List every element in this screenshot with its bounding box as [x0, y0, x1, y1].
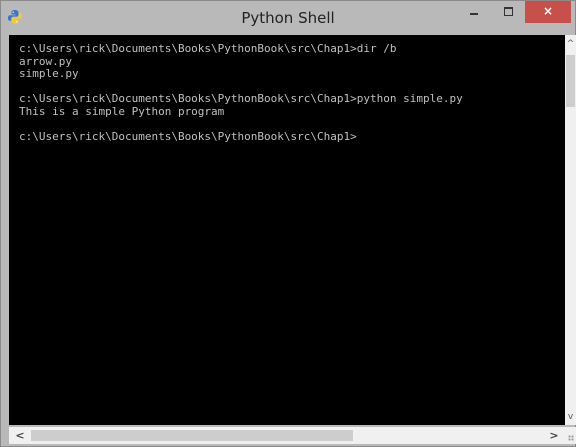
console-text: c:\Users\rick\Documents\Books\PythonBook… [19, 42, 463, 143]
horizontal-scroll-thumb[interactable] [31, 430, 353, 441]
resize-grip[interactable] [565, 427, 576, 444]
console-output[interactable]: c:\Users\rick\Documents\Books\PythonBook… [9, 35, 565, 425]
scroll-up-icon[interactable]: ^ [565, 38, 576, 50]
python-shell-window: Python Shell × c:\Users\rick\Documents\B… [0, 0, 576, 447]
minimize-button[interactable] [457, 1, 491, 23]
vertical-scroll-thumb[interactable] [566, 55, 575, 107]
minimize-icon [470, 13, 478, 15]
maximize-icon [504, 7, 513, 16]
resize-grip-icon [568, 435, 574, 441]
scroll-left-icon[interactable]: < [13, 427, 27, 444]
maximize-button[interactable] [491, 1, 525, 23]
scroll-right-icon[interactable]: > [547, 427, 561, 444]
title-bar[interactable]: Python Shell × [1, 1, 575, 35]
scroll-down-icon[interactable]: v [565, 411, 576, 423]
horizontal-scrollbar[interactable]: < > [9, 427, 565, 444]
close-icon: × [542, 4, 554, 18]
vertical-scrollbar[interactable]: ^ v [565, 35, 576, 425]
close-button[interactable]: × [525, 1, 571, 23]
